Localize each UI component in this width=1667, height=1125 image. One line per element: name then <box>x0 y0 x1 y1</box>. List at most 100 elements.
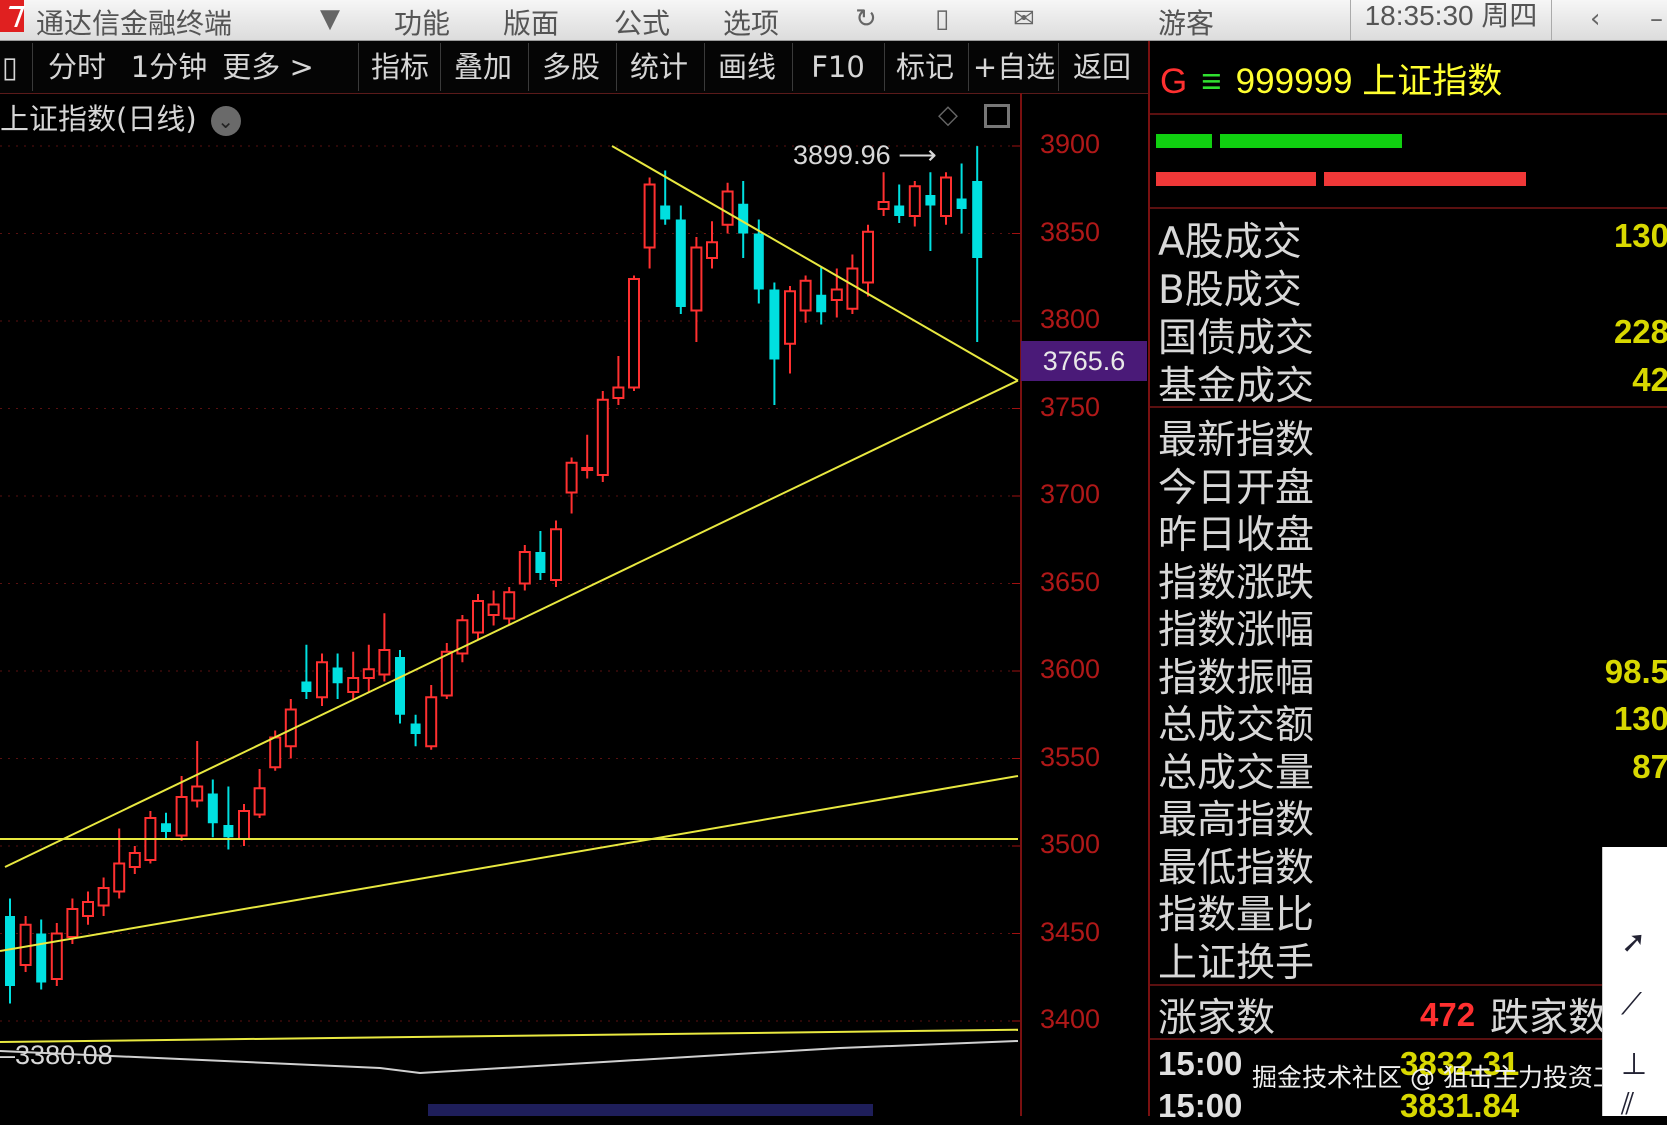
candle-down <box>894 205 905 216</box>
candle-up <box>628 278 640 389</box>
back-arrow-icon[interactable]: ‹ <box>1590 4 1600 34</box>
candle-up <box>316 661 328 699</box>
low-annotation-value: 3380.08 <box>15 1040 113 1070</box>
candle-down <box>36 933 47 983</box>
line-tool-icon[interactable]: ⟋ <box>1621 987 1642 1022</box>
btn-add-watchlist[interactable]: +自选 <box>972 45 1056 89</box>
y-tick-label: 3400 <box>1040 1004 1101 1034</box>
panel-toggle-icon[interactable]: ▯ <box>0 45 20 89</box>
candle-up <box>191 785 204 802</box>
low-annotation: –3380.08 <box>0 1040 113 1071</box>
menu-formula[interactable]: 公式 <box>614 2 670 42</box>
y-tick-label: 3850 <box>1040 216 1101 247</box>
candle-up <box>846 267 859 310</box>
long-trendline <box>0 775 1019 952</box>
candle-down <box>223 825 234 838</box>
mail-icon[interactable]: ✉ <box>1013 4 1035 34</box>
btn-indicator[interactable]: 指标 <box>364 45 436 89</box>
sell-bar <box>1156 172 1316 186</box>
candle-down <box>5 916 15 986</box>
up-count-value: 472 <box>1420 996 1476 1033</box>
candle-down <box>660 205 671 220</box>
candle-up <box>799 279 812 312</box>
candle-down <box>161 823 171 832</box>
up-count-label: 涨家数 <box>1158 996 1276 1041</box>
base-line <box>0 1028 1019 1043</box>
app-logo-icon <box>0 0 24 32</box>
candle-up <box>128 852 141 868</box>
candle-up <box>862 230 874 284</box>
window-toggle-icon[interactable] <box>984 104 1010 128</box>
candle-up <box>238 810 250 840</box>
menu-layout[interactable]: 版面 <box>503 2 559 42</box>
candle-up <box>706 241 718 259</box>
stat-row-label: 上证换手 <box>1158 940 1315 986</box>
y-tick-label: 3450 <box>1040 916 1101 947</box>
stat-row-value: 87 <box>1632 747 1667 785</box>
candle-up <box>503 591 516 620</box>
candle-up <box>721 190 734 226</box>
volume-row-value: 42 <box>1632 361 1667 398</box>
chevron-down-icon[interactable]: ⌄ <box>210 106 241 136</box>
btn-overlay[interactable]: 叠加 <box>446 45 520 89</box>
candle-up <box>440 650 453 697</box>
btn-mark[interactable]: 标记 <box>890 45 960 89</box>
btn-timeshare[interactable]: 分时 <box>44 45 110 89</box>
g-icon[interactable]: G <box>1160 62 1187 101</box>
candle-up <box>175 796 188 837</box>
candle-up <box>612 386 625 399</box>
dropdown-triangle-icon[interactable]: ▼ <box>320 4 340 34</box>
high-annotation: 3899.96 ⟶ <box>793 140 937 171</box>
candle-down <box>395 657 405 715</box>
parallel-line-icon[interactable]: ⫽ <box>1621 1087 1634 1122</box>
ray-tool-icon[interactable]: ⊥ <box>1621 1047 1647 1082</box>
menu-icon[interactable]: ≡ <box>1201 62 1221 101</box>
candle-up <box>830 288 843 301</box>
candle-up <box>472 600 484 634</box>
candle-up <box>487 603 500 616</box>
quote-panel: G ≡ 999999 上证指数 A股成交 130 B股成交 国债成交 228 基金成交 42 最… <box>1148 41 1667 1124</box>
title-bar: 通达信金融终端 ▼ 功能 版面 公式 选项 ↻ ▯ ✉ 游客 18:35:30 … <box>0 0 1667 41</box>
y-tick-label: 3600 <box>1040 654 1101 684</box>
candle-up <box>269 736 282 769</box>
candle-up <box>877 201 890 210</box>
candle-down <box>816 294 827 313</box>
candle-up <box>518 551 531 585</box>
cursor-icon[interactable]: ➚ <box>1621 925 1646 960</box>
chart-title-text: 上证指数(日线) <box>0 102 197 136</box>
candle-down <box>410 723 421 734</box>
candle-up <box>113 862 126 893</box>
btn-more[interactable]: 更多 > <box>222 45 314 89</box>
candle-up <box>596 398 609 476</box>
btn-statistics[interactable]: 统计 <box>622 45 696 89</box>
user-label[interactable]: 游客 <box>1158 2 1214 42</box>
btn-draw[interactable]: 画线 <box>710 45 784 89</box>
btn-1min[interactable]: 1分钟 <box>128 45 210 89</box>
down-count-label: 跌家数 <box>1490 996 1608 1041</box>
minimize-icon[interactable]: – <box>1650 4 1663 34</box>
btn-multistock[interactable]: 多股 <box>534 45 608 89</box>
candle-down <box>301 681 312 692</box>
candlestick-chart[interactable] <box>0 93 1021 1116</box>
y-tick-label: 3750 <box>1040 391 1101 422</box>
menu-function[interactable]: 功能 <box>394 2 450 42</box>
phone-icon[interactable]: ▯ <box>935 4 949 34</box>
candle-up <box>378 649 391 676</box>
refresh-icon[interactable]: ↻ <box>855 4 877 34</box>
btn-f10[interactable]: F10 <box>798 45 878 89</box>
volume-row-value: 130 <box>1613 217 1667 254</box>
y-tick-label: 3800 <box>1040 304 1101 334</box>
candle-down <box>535 552 546 573</box>
menu-options[interactable]: 选项 <box>723 2 779 42</box>
candle-up <box>97 887 110 907</box>
candle-up <box>347 677 360 693</box>
y-tick-label: 3900 <box>1040 129 1101 159</box>
arrow-right-icon: ⟶ <box>898 140 937 170</box>
draw-tool-palette: ➚ ⟋ ⊥ ⫽ <box>1602 847 1667 1122</box>
diamond-icon[interactable]: ◇ <box>938 100 958 130</box>
btn-return[interactable]: 返回 <box>1064 45 1140 89</box>
sell-bar-2 <box>1324 172 1526 186</box>
moving-average-line <box>0 1040 1019 1075</box>
dash-icon: – <box>0 1040 16 1070</box>
y-tick-label: 3650 <box>1040 566 1101 597</box>
